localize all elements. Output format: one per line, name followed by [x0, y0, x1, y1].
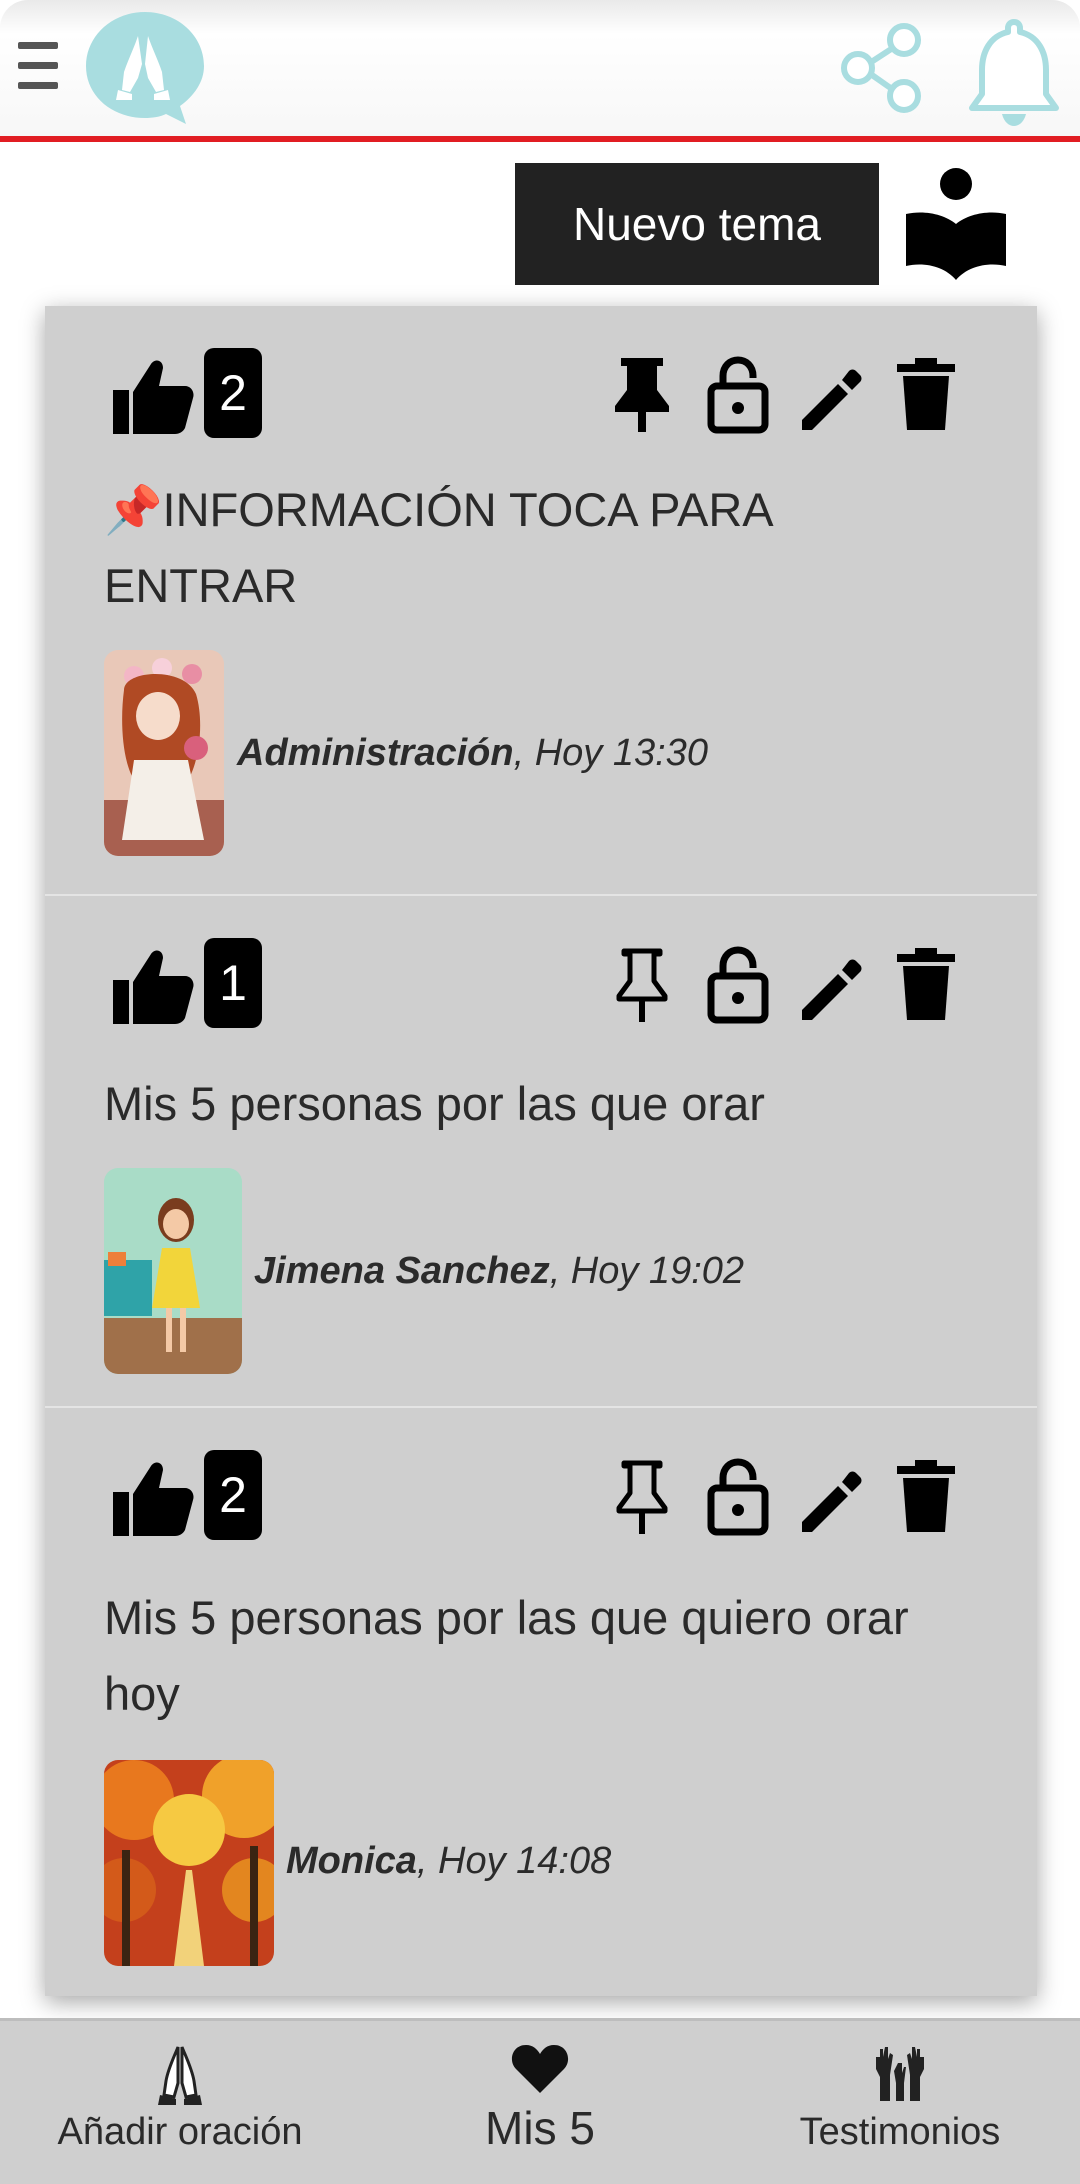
- author-name[interactable]: Administración: [237, 732, 514, 774]
- pin-outline-icon[interactable]: [607, 944, 677, 1024]
- author-name[interactable]: Monica: [286, 1840, 417, 1882]
- reading-person-icon[interactable]: [904, 166, 1008, 284]
- bottom-navigation: Añadir oración Mis 5 Testimonios: [0, 2018, 1080, 2184]
- author-name[interactable]: Jimena Sanchez: [254, 1250, 550, 1292]
- lock-open-icon[interactable]: [703, 354, 773, 434]
- topic-card[interactable]: 2 Mis 5 personas por las que quiero orar…: [45, 1406, 1037, 1998]
- new-topic-button[interactable]: Nuevo tema: [515, 163, 879, 285]
- heart-icon: [511, 2045, 569, 2093]
- topic-card[interactable]: 2 📌INFORMACIÓN TOCA PARA ENTRAR Administ…: [45, 306, 1037, 894]
- avatar[interactable]: [104, 650, 224, 856]
- nav-add-prayer[interactable]: Añadir oración: [0, 2021, 360, 2184]
- pin-icon[interactable]: [607, 354, 677, 434]
- pin-outline-icon[interactable]: [607, 1456, 677, 1536]
- avatar[interactable]: [104, 1760, 274, 1966]
- nav-mis-5[interactable]: Mis 5: [360, 2021, 720, 2184]
- nav-testimonies[interactable]: Testimonios: [720, 2021, 1080, 2184]
- top-app-bar: [0, 0, 1080, 142]
- lock-open-icon[interactable]: [703, 1456, 773, 1536]
- author-line: Administración, Hoy 13:30: [237, 732, 708, 775]
- thumbs-up-icon[interactable]: [111, 356, 197, 436]
- bell-icon[interactable]: [964, 16, 1064, 130]
- thumbs-up-icon[interactable]: [111, 946, 197, 1026]
- edit-pencil-icon[interactable]: [796, 354, 866, 434]
- pushpin-emoji: 📌: [104, 483, 163, 536]
- like-count-badge: 2: [204, 1450, 262, 1540]
- avatar[interactable]: [104, 1168, 242, 1374]
- topic-title[interactable]: 📌INFORMACIÓN TOCA PARA ENTRAR: [104, 472, 964, 624]
- author-line: Monica, Hoy 14:08: [286, 1840, 611, 1883]
- raised-hands-icon: [876, 2047, 924, 2101]
- topic-title[interactable]: Mis 5 personas por las que orar: [104, 1066, 964, 1142]
- post-time: , Hoy 19:02: [549, 1250, 745, 1292]
- hamburger-icon[interactable]: [18, 42, 58, 98]
- trash-icon[interactable]: [891, 944, 961, 1024]
- lock-open-icon[interactable]: [703, 944, 773, 1024]
- thumbs-up-icon[interactable]: [111, 1458, 197, 1538]
- topic-card[interactable]: 1 Mis 5 personas por las que orar Jimena…: [45, 894, 1037, 1408]
- share-icon[interactable]: [836, 20, 926, 116]
- topic-title[interactable]: Mis 5 personas por las que quiero orar h…: [104, 1580, 964, 1732]
- like-count-badge: 1: [204, 938, 262, 1028]
- post-time: , Hoy 14:08: [416, 1840, 612, 1882]
- trash-icon[interactable]: [891, 1456, 961, 1536]
- author-line: Jimena Sanchez, Hoy 19:02: [254, 1250, 744, 1293]
- praying-hands-logo[interactable]: [82, 8, 208, 126]
- post-time: , Hoy 13:30: [513, 732, 708, 774]
- edit-pencil-icon[interactable]: [796, 944, 866, 1024]
- like-count-badge: 2: [204, 348, 262, 438]
- trash-icon[interactable]: [891, 354, 961, 434]
- edit-pencil-icon[interactable]: [796, 1456, 866, 1536]
- praying-hands-icon: [158, 2046, 202, 2105]
- topic-list: 2 📌INFORMACIÓN TOCA PARA ENTRAR Administ…: [45, 306, 1037, 1996]
